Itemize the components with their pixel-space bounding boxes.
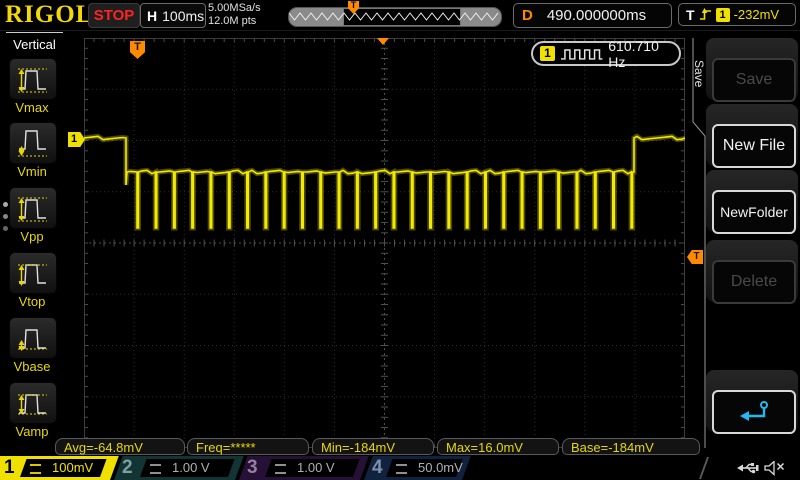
channel-4-number: 4	[372, 456, 383, 480]
measure-vtop-button[interactable]	[9, 252, 57, 294]
timebase-value: 100ms	[162, 8, 204, 24]
channel-2-scale-box: 1.00 V	[140, 459, 228, 477]
center-reference-marker	[377, 38, 389, 45]
t-label: T	[686, 7, 695, 23]
frequency-value: 610.710 Hz	[608, 38, 679, 70]
new-folder-button[interactable]: NewFolder	[712, 190, 796, 234]
vamp-icon	[15, 387, 51, 419]
measurement-readout-3: Min=-184mV	[312, 438, 434, 455]
return-button[interactable]	[712, 390, 796, 434]
channel-3-scale-box: 1.00 V	[265, 459, 353, 477]
channel-1-number: 1	[4, 456, 15, 480]
h-label: H	[141, 8, 162, 24]
measure-vmax-label: Vmax	[2, 100, 62, 115]
return-icon	[737, 399, 771, 425]
top-status-bar: RIGOL STOP H 100ms 5.00MSa/s 12.0M pts T…	[0, 0, 800, 31]
rising-edge-icon	[699, 7, 712, 22]
channel-3-number: 3	[247, 456, 258, 480]
vmin-icon	[15, 127, 51, 159]
dc-coupling-icon	[275, 464, 286, 474]
vbase-icon	[15, 322, 51, 354]
measure-vbase-label: Vbase	[2, 359, 62, 374]
square-wave-icon	[560, 47, 603, 61]
usb-icon	[737, 461, 760, 475]
memory-position-bar[interactable]	[288, 7, 502, 27]
delay-value: 490.000000ms	[547, 7, 646, 24]
channel-4-scale-box: 50.0mV	[386, 459, 456, 477]
measure-vamp-label: Vamp	[2, 424, 62, 439]
measure-vmin-label: Vmin	[2, 164, 62, 179]
channel-1-scale-value: 100mV	[52, 459, 93, 477]
counter-channel-badge: 1	[540, 46, 555, 61]
frequency-counter: 1 610.710 Hz	[531, 41, 681, 66]
memory-waveform-preview	[289, 8, 501, 26]
measurement-readout-1: Avg=-64.8mV	[55, 438, 185, 455]
right-menu-tab-save: Save	[692, 48, 706, 100]
channel-status-bar: 1100mV21.00 V31.00 V450.0mV	[0, 456, 800, 480]
measure-vpp-button[interactable]	[9, 187, 57, 229]
memory-depth: 12.0M pts	[208, 15, 261, 28]
dc-coupling-icon	[396, 464, 407, 474]
delay-button[interactable]: D 490.000000ms	[513, 3, 672, 28]
channel-4-scale-value: 50.0mV	[418, 459, 463, 477]
new-file-button[interactable]: New File	[712, 124, 796, 168]
channel-3-tab[interactable]: 3 1.00 V	[239, 456, 360, 480]
measure-vtop-label: Vtop	[2, 294, 62, 309]
trigger-source-badge: 1	[716, 8, 730, 22]
vtop-icon	[15, 257, 51, 289]
acquisition-info: 5.00MSa/s 12.0M pts	[208, 2, 261, 28]
vpp-icon	[15, 192, 51, 224]
trigger-info-button[interactable]: T 1 -232mV	[678, 3, 796, 26]
delete-button[interactable]: Delete	[712, 260, 796, 304]
sample-rate: 5.00MSa/s	[208, 2, 261, 15]
measure-vpp-label: Vpp	[2, 229, 62, 244]
channel-1-tab[interactable]: 1 100mV	[0, 456, 110, 480]
vmax-icon	[15, 63, 51, 95]
channel-2-number: 2	[122, 456, 133, 480]
rigol-logo: RIGOL	[5, 1, 93, 29]
channel-2-tab[interactable]: 2 1.00 V	[114, 456, 235, 480]
run-state-indicator[interactable]: STOP	[88, 3, 140, 28]
dc-coupling-icon	[150, 464, 161, 474]
measurement-readout-2: Freq=*****	[187, 438, 309, 455]
save-button[interactable]: Save	[712, 58, 796, 102]
trigger-level-value: -232mV	[734, 7, 780, 22]
measure-vbase-button[interactable]	[9, 317, 57, 359]
channel-2-scale-value: 1.00 V	[172, 459, 210, 477]
d-label: D	[514, 7, 547, 24]
left-menu-divider	[6, 32, 63, 33]
measure-vamp-button[interactable]	[9, 382, 57, 424]
dc-coupling-icon	[30, 464, 41, 474]
channel-3-scale-value: 1.00 V	[297, 459, 335, 477]
measurement-readout-4: Max=16.0mV	[437, 438, 559, 455]
measurement-readout-5: Base=-184mV	[562, 438, 700, 455]
horizontal-timebase-button[interactable]: H 100ms	[140, 3, 206, 28]
channel1-ground-marker[interactable]: 1	[68, 132, 85, 147]
measure-vmin-button[interactable]	[9, 122, 57, 164]
channel-4-tab[interactable]: 450.0mV	[364, 456, 462, 480]
oscilloscope-screen: RIGOL STOP H 100ms 5.00MSa/s 12.0M pts T…	[0, 0, 800, 480]
channel-1-scale-box: 100mV	[20, 459, 100, 477]
speaker-muted-icon	[764, 461, 786, 476]
left-menu-title: Vertical	[6, 37, 63, 52]
waveform-display-grid[interactable]	[84, 38, 685, 448]
measure-vmax-button[interactable]	[9, 58, 57, 100]
channel-bar-separator	[699, 457, 709, 479]
